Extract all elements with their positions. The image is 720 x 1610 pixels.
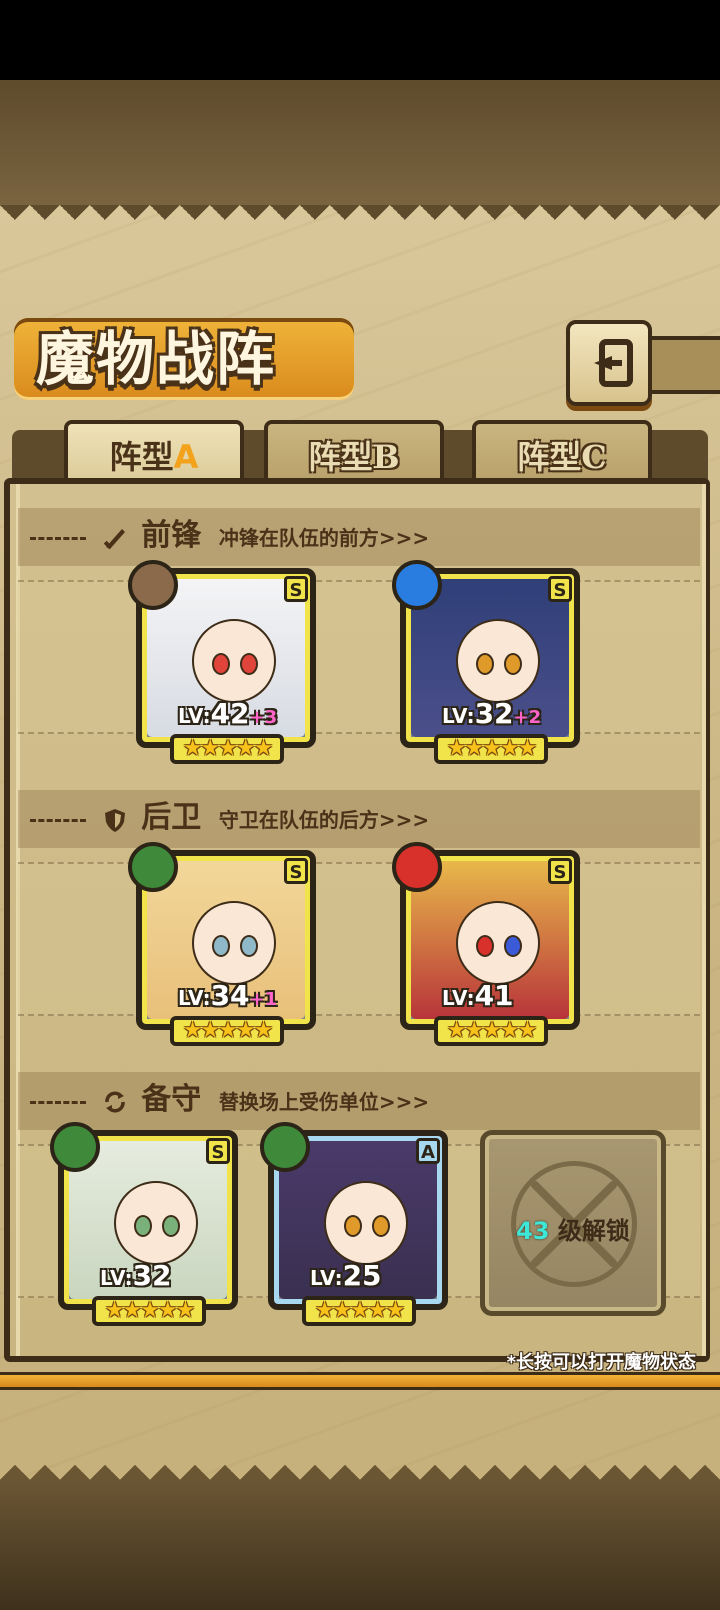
level-label: LV:25 xyxy=(310,1259,382,1292)
tab-suffix: A xyxy=(173,438,199,476)
unlock-text: 级解锁 xyxy=(557,1217,630,1245)
monster-face xyxy=(324,1181,408,1265)
fire-icon xyxy=(392,842,442,892)
monster-face xyxy=(192,901,276,985)
tab-formation-c[interactable]: 阵型C xyxy=(472,420,652,484)
monster-card-front-1[interactable]: S LV:42+3 ★★★★★ xyxy=(128,560,316,764)
long-press-hint: *长按可以打开魔物状态 xyxy=(506,1352,696,1373)
unlock-level: 43 xyxy=(516,1217,550,1245)
eye xyxy=(212,653,230,675)
map-band-top xyxy=(0,80,720,205)
bottom-rule xyxy=(0,1372,720,1390)
torn-edge-top xyxy=(0,205,720,235)
leaf-icon xyxy=(50,1122,100,1172)
level-label: LV:34+1 xyxy=(178,979,278,1012)
torn-edge-bottom xyxy=(0,1450,720,1480)
eye xyxy=(240,935,258,957)
divider xyxy=(30,818,86,822)
eye xyxy=(504,653,522,675)
section-row-front xyxy=(18,580,700,734)
section-header-reserve: 备守 替换场上受伤单位>>> xyxy=(30,1080,429,1120)
sword-icon xyxy=(103,529,125,550)
monster-face xyxy=(456,619,540,703)
eye xyxy=(504,935,522,957)
page-title: 魔物战阵 xyxy=(36,325,277,393)
section-row-rear xyxy=(18,862,700,1016)
section-desc: 替换场上受伤单位>>> xyxy=(218,1090,430,1114)
level-label: LV:41 xyxy=(442,979,514,1012)
monster-face xyxy=(456,901,540,985)
locked-slot[interactable]: 43 级解锁 xyxy=(480,1130,666,1316)
divider xyxy=(30,536,86,540)
level-label: LV:42+3 xyxy=(178,697,278,730)
grade-badge: S xyxy=(284,576,308,602)
divider xyxy=(30,1100,86,1104)
title-ribbon xyxy=(646,336,720,394)
tab-label: 阵型 xyxy=(109,438,174,476)
unlock-requirement: 43 级解锁 xyxy=(485,1211,661,1246)
eye xyxy=(476,653,494,675)
star-rating: ★★★★★ xyxy=(92,1296,206,1326)
eye xyxy=(476,935,494,957)
grade-badge: S xyxy=(206,1138,230,1164)
monster-card-front-2[interactable]: S LV:32+2 ★★★★★ xyxy=(392,560,580,764)
star-rating: ★★★★★ xyxy=(170,734,284,764)
leaf-icon xyxy=(128,842,178,892)
level-label: LV:32 xyxy=(100,1259,172,1292)
monster-card-reserve-2[interactable]: A LV:25 ★★★★★ xyxy=(260,1122,448,1326)
return-arrow-icon xyxy=(594,339,633,387)
monster-face xyxy=(114,1181,198,1265)
level-label: LV:32+2 xyxy=(442,697,542,730)
star-rating: ★★★★★ xyxy=(434,1016,548,1046)
eye xyxy=(372,1215,390,1237)
grade-badge: S xyxy=(548,858,572,884)
grade-badge: S xyxy=(284,858,308,884)
star-rating: ★★★★★ xyxy=(434,734,548,764)
star-rating: ★★★★★ xyxy=(170,1016,284,1046)
eye xyxy=(344,1215,362,1237)
eye xyxy=(212,935,230,957)
section-name: 后卫 xyxy=(141,800,202,835)
back-button[interactable] xyxy=(566,320,652,406)
section-name: 备守 xyxy=(141,1082,202,1117)
map-band-bottom xyxy=(0,1480,720,1610)
tab-formation-b[interactable]: 阵型B xyxy=(264,420,444,484)
tab-suffix: B xyxy=(372,438,400,476)
shield-icon xyxy=(104,809,125,832)
monster-face xyxy=(192,619,276,703)
section-header-front: 前锋 冲锋在队伍的前方>>> xyxy=(30,516,429,556)
section-desc: 冲锋在队伍的前方>>> xyxy=(218,526,430,550)
section-header-rear: 后卫 守卫在队伍的后方>>> xyxy=(30,798,429,838)
star-rating: ★★★★★ xyxy=(302,1296,416,1326)
tab-suffix: C xyxy=(581,438,607,476)
grade-badge: S xyxy=(548,576,572,602)
grade-badge: A xyxy=(416,1138,440,1164)
eye xyxy=(134,1215,152,1237)
status-bar xyxy=(0,0,720,80)
water-icon xyxy=(392,560,442,610)
tab-label: 阵型 xyxy=(308,438,373,476)
swap-icon xyxy=(104,1091,125,1113)
monster-card-rear-2[interactable]: S LV:41 ★★★★★ xyxy=(392,842,580,1046)
eye xyxy=(162,1215,180,1237)
section-desc: 守卫在队伍的后方>>> xyxy=(218,808,430,832)
eye xyxy=(240,653,258,675)
monster-card-rear-1[interactable]: S LV:34+1 ★★★★★ xyxy=(128,842,316,1046)
leaf-icon xyxy=(260,1122,310,1172)
tab-formation-a[interactable]: 阵型A xyxy=(64,420,244,484)
section-name: 前锋 xyxy=(141,518,202,553)
monster-card-reserve-1[interactable]: S LV:32 ★★★★★ xyxy=(50,1122,238,1326)
tab-label: 阵型 xyxy=(517,438,582,476)
earth-icon xyxy=(128,560,178,610)
